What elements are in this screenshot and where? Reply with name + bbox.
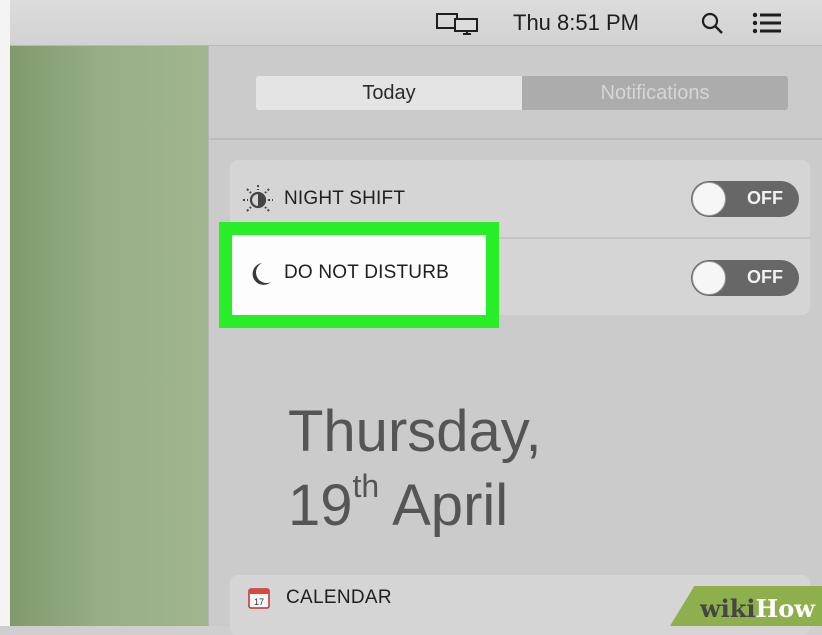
moon-icon bbox=[244, 258, 276, 290]
watermark-wiki: wiki bbox=[700, 594, 756, 623]
toggle-knob bbox=[692, 260, 726, 295]
night-shift-icon bbox=[242, 183, 274, 215]
do-not-disturb-toggle[interactable]: OFF bbox=[691, 259, 799, 296]
date-day: 19 bbox=[288, 473, 353, 538]
spotlight-search-icon[interactable] bbox=[700, 0, 724, 45]
calendar-label: CALENDAR bbox=[286, 587, 392, 608]
do-not-disturb-label[interactable]: DO NOT DISTURB bbox=[284, 262, 449, 284]
today-notifications-tabs: Today Notifications bbox=[256, 76, 788, 110]
display-mirroring-icon[interactable] bbox=[435, 0, 481, 45]
toggle-state: OFF bbox=[747, 188, 783, 208]
date-day-month: 19th April bbox=[288, 468, 508, 539]
menu-bar-clock[interactable]: Thu 8:51 PM bbox=[513, 0, 639, 45]
svg-text:17: 17 bbox=[254, 597, 264, 607]
toggle-state: OFF bbox=[747, 267, 783, 287]
date-weekday: Thursday, bbox=[288, 399, 542, 464]
notification-center-panel bbox=[208, 46, 822, 626]
date-suffix: th bbox=[352, 468, 380, 504]
calendar-icon: 17 bbox=[248, 587, 270, 609]
desktop-shadow bbox=[10, 46, 100, 626]
tab-today[interactable]: Today bbox=[256, 76, 522, 110]
toggle-knob bbox=[692, 181, 726, 216]
panel-divider bbox=[209, 138, 822, 140]
night-shift-toggle[interactable]: OFF bbox=[691, 180, 799, 217]
window-edge bbox=[0, 0, 10, 626]
night-shift-label: NIGHT SHIFT bbox=[284, 187, 406, 209]
date-month: April bbox=[392, 473, 509, 538]
tab-notifications[interactable]: Notifications bbox=[522, 76, 788, 110]
wikihow-logo: wikiHow bbox=[700, 594, 815, 623]
notification-center-icon[interactable] bbox=[752, 0, 782, 45]
watermark-how: How bbox=[755, 594, 815, 623]
